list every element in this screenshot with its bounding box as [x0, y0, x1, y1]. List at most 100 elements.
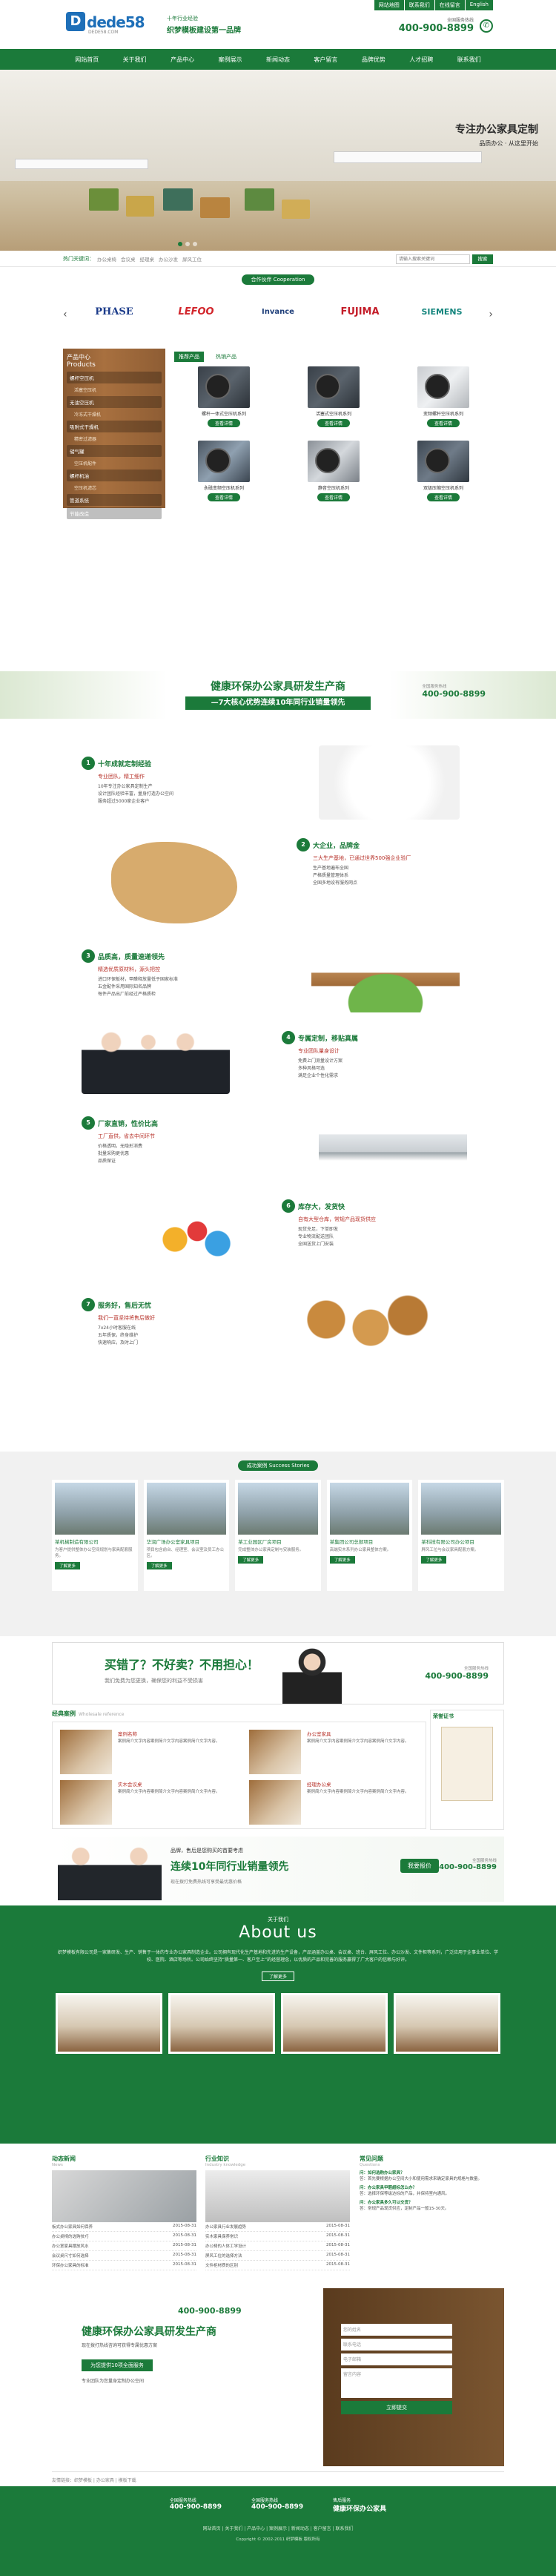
- success-title[interactable]: 某工业园区厂房项目: [238, 1538, 318, 1545]
- product-image[interactable]: [198, 366, 250, 408]
- success-title[interactable]: 华润广场办公室家具项目: [147, 1538, 227, 1545]
- news-item[interactable]: 屏风工位的选择方法 2015-08-31: [205, 2251, 350, 2261]
- banner-dot[interactable]: [193, 242, 197, 246]
- banner-dot[interactable]: [178, 242, 182, 246]
- product-detail-button[interactable]: 查看详情: [426, 493, 460, 501]
- case-title[interactable]: 案例名称: [118, 1730, 137, 1737]
- success-title[interactable]: 某集团公司总部项目: [330, 1538, 410, 1545]
- product-name[interactable]: 双级压缩空压机系列: [394, 484, 493, 491]
- product-detail-button[interactable]: 查看详情: [317, 419, 350, 427]
- news-item[interactable]: 会议桌尺寸如何选择 2015-08-31: [52, 2251, 196, 2261]
- case-title[interactable]: 经理办公桌: [307, 1780, 331, 1788]
- product-card[interactable]: 活塞式空压机系列 查看详情: [284, 366, 383, 436]
- success-card[interactable]: 某机械制造有限公司 为客户提供整体办公空间规划与家具配套服务。 了解更多: [52, 1480, 138, 1591]
- success-more-button[interactable]: 了解更多: [146, 1562, 172, 1569]
- nav-feedback[interactable]: 客户留言: [302, 56, 349, 64]
- hot-keyword[interactable]: 屏风工位: [182, 255, 202, 263]
- case-image[interactable]: [60, 1730, 112, 1774]
- faq-item[interactable]: 问：办公家具甲醛超标怎么办？ 答：选择环保等级达标的产品，并保持室内通风。: [360, 2185, 504, 2197]
- logo-text[interactable]: dede58: [87, 13, 145, 31]
- banner-dot[interactable]: [185, 242, 190, 246]
- hot-keyword[interactable]: 会议桌: [121, 255, 136, 263]
- about-image[interactable]: [394, 1993, 500, 2054]
- case-image[interactable]: [249, 1730, 301, 1774]
- case-image[interactable]: [249, 1780, 301, 1825]
- product-name[interactable]: 变频螺杆空压机系列: [394, 410, 493, 417]
- success-card[interactable]: 华润广场办公室家具项目 项目包含前台、经理室、会议室及员工办公区。 了解更多: [143, 1480, 230, 1591]
- quote-button[interactable]: 我要报价: [400, 1859, 439, 1873]
- nav-products[interactable]: 产品中心: [159, 56, 206, 64]
- footer-nav[interactable]: 网站首页 | 关于我们 | 产品中心 | 案例展示 | 新闻动态 | 客户留言 …: [0, 2525, 556, 2531]
- success-image[interactable]: [55, 1483, 135, 1535]
- search-input[interactable]: [396, 254, 470, 264]
- logo-icon[interactable]: D: [66, 12, 85, 31]
- sidebar-subcategory[interactable]: 空压机滤芯: [67, 483, 162, 493]
- product-detail-button[interactable]: 查看详情: [317, 493, 350, 501]
- product-image[interactable]: [308, 441, 360, 482]
- case-item[interactable]: 办公室家具 案例简介文字内容案例简介文字内容案例简介文字内容。: [249, 1730, 420, 1774]
- nav-home[interactable]: 网站首页: [63, 56, 110, 64]
- news-item[interactable]: 办公椅的人体工学设计 2015-08-31: [205, 2241, 350, 2251]
- hot-keyword[interactable]: 经理桌: [140, 255, 155, 263]
- sidebar-subcategory[interactable]: 活塞空压机: [67, 385, 162, 395]
- product-name[interactable]: 活塞式空压机系列: [284, 410, 383, 417]
- news-item[interactable]: 板式办公家具如何保养 2015-08-31: [52, 2222, 196, 2232]
- email-field[interactable]: 电子邮箱: [341, 2353, 452, 2365]
- success-card[interactable]: 某科技有限公司办公项目 屏风工位与会议家具配套方案。 了解更多: [418, 1480, 504, 1591]
- product-card[interactable]: 变频螺杆空压机系列 查看详情: [394, 366, 493, 436]
- news-item[interactable]: 文件柜材质的区别 2015-08-31: [205, 2261, 350, 2270]
- message-field[interactable]: 留言内容: [341, 2368, 452, 2398]
- sidebar-category[interactable]: 螺杆机油: [67, 470, 162, 481]
- brand-logo[interactable]: LEFOO: [156, 297, 237, 326]
- product-image[interactable]: [308, 366, 360, 408]
- product-card[interactable]: 永磁变频空压机系列 查看详情: [174, 441, 274, 510]
- tab-hot[interactable]: 热销产品: [211, 352, 241, 362]
- success-image[interactable]: [146, 1483, 227, 1535]
- sidebar-category[interactable]: 无油空压机: [67, 396, 162, 408]
- news-item[interactable]: 办公家具行业发展趋势 2015-08-31: [205, 2222, 350, 2232]
- submit-button[interactable]: 立即提交: [341, 2401, 452, 2414]
- chevron-right-icon[interactable]: ›: [489, 309, 493, 320]
- brand-logo[interactable]: Invance: [237, 297, 319, 326]
- name-field[interactable]: 您的姓名: [341, 2324, 452, 2336]
- success-image[interactable]: [329, 1483, 410, 1535]
- product-card[interactable]: 螺杆一体式空压机系列 查看详情: [174, 366, 274, 436]
- case-title[interactable]: 实木会议桌: [118, 1780, 142, 1788]
- product-name[interactable]: 静音空压机系列: [284, 484, 383, 491]
- news-image[interactable]: [52, 2170, 196, 2222]
- product-detail-button[interactable]: 查看详情: [426, 419, 460, 427]
- news-item[interactable]: 环保办公家具的标准 2015-08-31: [52, 2261, 196, 2270]
- tab-recommended[interactable]: 推荐产品: [174, 352, 204, 362]
- cta-button[interactable]: 为您提供10项全面服务: [82, 2359, 153, 2371]
- product-image[interactable]: [198, 441, 250, 482]
- success-more-button[interactable]: 了解更多: [421, 1556, 447, 1564]
- sidebar-category[interactable]: 螺杆空压机: [67, 372, 162, 383]
- hero-banner[interactable]: 专注办公家具定制 品质办公 · 从这里开始: [0, 70, 556, 251]
- about-more-button[interactable]: 了解更多: [262, 1971, 294, 1981]
- success-image[interactable]: [238, 1483, 318, 1535]
- product-name[interactable]: 永磁变频空压机系列: [174, 484, 274, 491]
- product-card[interactable]: 双级压缩空压机系列 查看详情: [394, 441, 493, 510]
- brand-logo[interactable]: FUJIMA: [320, 297, 401, 326]
- sidebar-category[interactable]: 储气罐: [67, 445, 162, 457]
- sidebar-subcategory[interactable]: 空压机配件: [67, 458, 162, 468]
- top-link-contact[interactable]: 联系我们: [404, 0, 434, 10]
- case-image[interactable]: [60, 1780, 112, 1825]
- top-link-sitemap[interactable]: 网站地图: [374, 0, 404, 10]
- nav-cases[interactable]: 案例展示: [206, 56, 254, 64]
- faq-item[interactable]: 问：办公家具多久可以交货？ 答：常规产品现货供应，定制产品一般15-30天。: [360, 2200, 504, 2212]
- hot-keyword[interactable]: 办公沙发: [159, 255, 178, 263]
- sidebar-category[interactable]: 节能改造: [67, 507, 162, 519]
- case-item[interactable]: 实木会议桌 案例简介文字内容案例简介文字内容案例简介文字内容。: [60, 1780, 231, 1825]
- success-card[interactable]: 某集团公司总部项目 高端实木系列办公家具整体方案。 了解更多: [326, 1480, 413, 1591]
- nav-news[interactable]: 新闻动态: [254, 56, 302, 64]
- news-item[interactable]: 办公桌椅的选购技巧 2015-08-31: [52, 2232, 196, 2241]
- top-link-message[interactable]: 在线留言: [434, 0, 465, 10]
- success-more-button[interactable]: 了解更多: [238, 1556, 264, 1564]
- product-image[interactable]: [417, 441, 469, 482]
- nav-contact[interactable]: 联系我们: [446, 56, 493, 64]
- success-more-button[interactable]: 了解更多: [55, 1562, 81, 1569]
- product-name[interactable]: 螺杆一体式空压机系列: [174, 410, 274, 417]
- nav-jobs[interactable]: 人才招聘: [397, 56, 445, 64]
- success-image[interactable]: [421, 1483, 501, 1535]
